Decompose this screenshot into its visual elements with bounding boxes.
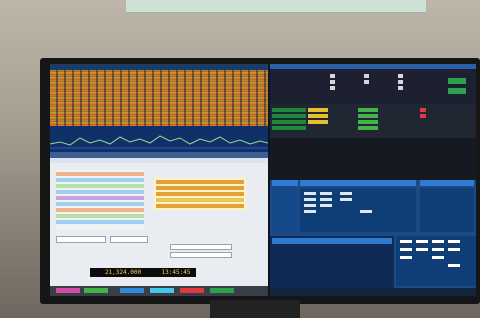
table-cell	[304, 210, 316, 213]
checkbox-icon[interactable]	[330, 74, 335, 78]
exchange-field[interactable]	[110, 236, 148, 243]
panel-header	[300, 180, 416, 186]
waterfall-display[interactable]	[50, 70, 268, 126]
rig-control-panel	[270, 64, 476, 138]
checkbox-icon[interactable]	[364, 74, 369, 78]
checkbox-icon[interactable]	[398, 86, 403, 90]
table-cell	[400, 256, 412, 259]
status-segment[interactable]	[56, 288, 80, 293]
table-cell	[304, 192, 316, 195]
table-cell	[358, 114, 378, 118]
panel-header	[272, 238, 392, 244]
checkbox-icon[interactable]	[364, 80, 369, 84]
monitor-stand	[210, 300, 300, 318]
status-indicator	[448, 88, 466, 94]
table-cell	[420, 114, 426, 118]
list-item[interactable]	[56, 178, 144, 182]
table-cell	[320, 198, 332, 201]
panel-header	[420, 180, 474, 186]
checkbox-icon[interactable]	[330, 86, 335, 90]
table-cell	[340, 198, 352, 201]
callsign-field[interactable]	[56, 236, 106, 243]
statistics-area	[270, 180, 476, 296]
table-cell	[416, 240, 428, 243]
table-cell	[320, 204, 332, 207]
list-item[interactable]	[56, 184, 144, 188]
table-cell	[272, 108, 306, 112]
clock-display: 13:45:45	[156, 268, 196, 277]
table-cell	[400, 240, 412, 243]
checkbox-icon[interactable]	[330, 80, 335, 84]
wall-sign	[126, 0, 426, 13]
table-cell	[400, 248, 412, 251]
stats-bottom-bar	[270, 288, 476, 296]
table-cell	[272, 126, 306, 130]
info-field[interactable]	[170, 252, 232, 258]
list-item[interactable]	[56, 172, 144, 176]
logger-menubar[interactable]	[50, 158, 268, 163]
bandmap-spot[interactable]	[156, 204, 244, 208]
table-cell	[448, 264, 460, 267]
logger-window: 21,324.000 13:45:45	[50, 152, 268, 296]
recent-contacts-panel[interactable]	[300, 188, 416, 232]
status-segment[interactable]	[180, 288, 204, 293]
waterfall-window	[50, 64, 268, 152]
checkbox-icon[interactable]	[398, 74, 403, 78]
panel-header	[272, 180, 298, 186]
table-cell	[308, 108, 328, 112]
info-field[interactable]	[170, 244, 232, 250]
table-cell	[448, 248, 460, 251]
table-cell	[358, 108, 378, 112]
table-cell	[358, 120, 378, 124]
table-cell	[308, 114, 328, 118]
table-cell	[448, 240, 460, 243]
spot-table[interactable]	[270, 104, 476, 138]
status-segment[interactable]	[150, 288, 174, 293]
list-item[interactable]	[56, 214, 144, 218]
list-item[interactable]	[56, 196, 144, 200]
bandmap-panel[interactable]	[154, 178, 246, 210]
side-panel[interactable]	[272, 188, 298, 232]
table-cell	[304, 204, 316, 207]
bandmap-spot[interactable]	[156, 192, 244, 196]
table-cell	[272, 120, 306, 124]
status-indicator	[448, 78, 466, 84]
table-cell	[304, 198, 316, 201]
table-cell	[432, 248, 444, 251]
empty-region	[270, 138, 476, 180]
bandmap-spot[interactable]	[156, 198, 244, 202]
list-item[interactable]	[56, 220, 144, 224]
super-check-partial-panel[interactable]	[270, 236, 394, 296]
spectrum-display[interactable]	[50, 126, 268, 152]
status-segment[interactable]	[120, 288, 144, 293]
multiplier-grid[interactable]	[396, 236, 476, 286]
control-titlebar[interactable]	[270, 64, 476, 69]
table-cell	[320, 192, 332, 195]
table-cell	[272, 114, 306, 118]
table-cell	[340, 192, 352, 195]
table-cell	[432, 256, 444, 259]
table-cell	[432, 240, 444, 243]
bandmap-spot[interactable]	[156, 186, 244, 190]
table-cell	[358, 126, 378, 130]
table-cell	[360, 210, 372, 213]
checkbox-icon[interactable]	[398, 80, 403, 84]
table-cell	[308, 120, 328, 124]
status-bar	[50, 286, 268, 296]
list-item[interactable]	[56, 202, 144, 206]
list-item[interactable]	[56, 190, 144, 194]
status-segment[interactable]	[210, 288, 234, 293]
status-segment[interactable]	[84, 288, 108, 293]
frequency-display: 21,324.000	[90, 268, 156, 277]
list-item[interactable]	[56, 208, 144, 212]
monitor-screen: 21,324.000 13:45:45	[50, 64, 476, 296]
table-cell	[416, 248, 428, 251]
spectrum-trace	[50, 135, 268, 149]
qso-list[interactable]	[56, 170, 144, 230]
score-statistics-panel[interactable]	[420, 188, 474, 232]
table-cell	[420, 108, 426, 112]
bandmap-spot[interactable]	[156, 180, 244, 184]
